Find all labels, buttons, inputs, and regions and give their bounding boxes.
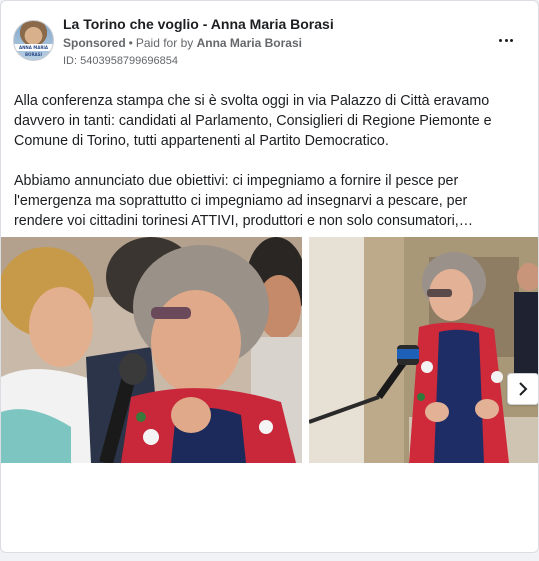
payer-name[interactable]: Anna Maria Borasi	[197, 36, 302, 50]
separator-dot: •	[128, 36, 133, 50]
chevron-right-icon	[519, 382, 528, 396]
avatar-caption: ANNA MARIA BORASI	[14, 44, 53, 57]
image-carousel[interactable]	[1, 237, 538, 463]
carousel-image-2[interactable]	[309, 237, 538, 463]
body-paragraph-1: Alla conferenza stampa che si è svolta o…	[14, 93, 492, 149]
carousel-next-button[interactable]	[507, 373, 538, 405]
avatar[interactable]: ANNA MARIA BORASI	[13, 20, 54, 61]
carousel-image-1[interactable]	[1, 237, 302, 463]
sponsored-label: Sponsored	[63, 36, 126, 50]
ad-body-text: Alla conferenza stampa che si è svolta o…	[14, 91, 519, 231]
ad-card: ANNA MARIA BORASI La Torino che voglio -…	[0, 0, 539, 553]
ad-id: ID: 5403958799696854	[63, 55, 178, 67]
more-options-button[interactable]	[494, 31, 518, 49]
paid-for-prefix: Paid for by	[135, 36, 194, 50]
ad-meta: Sponsored • Paid for by Anna Maria Borasi	[63, 36, 302, 50]
body-paragraph-2: Abbiamo annunciato due obiettivi: ci imp…	[14, 173, 468, 229]
more-options-icon	[498, 38, 514, 42]
ad-header: ANNA MARIA BORASI La Torino che voglio -…	[13, 13, 526, 73]
page-name[interactable]: La Torino che voglio - Anna Maria Borasi	[63, 16, 334, 32]
